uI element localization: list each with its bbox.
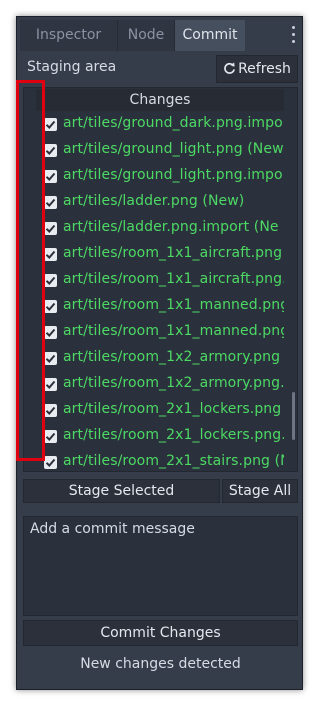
- list-item[interactable]: art/tiles/room_1x1_manned.png.: [44, 322, 284, 344]
- stage-checkbox[interactable]: [44, 248, 57, 261]
- list-item[interactable]: art/tiles/room_1x1_aircraft.png.i: [44, 270, 284, 292]
- tab-node[interactable]: Node: [118, 20, 175, 51]
- stage-selected-button[interactable]: Stage Selected: [23, 479, 220, 503]
- changed-file-label: art/tiles/room_1x1_manned.png: [63, 297, 284, 313]
- list-item[interactable]: art/tiles/ground_light.png (New): [44, 140, 284, 162]
- stage-checkbox[interactable]: [44, 170, 57, 183]
- changed-file-label: art/tiles/room_1x2_armory.png.i: [63, 375, 284, 391]
- changed-file-label: art/tiles/ground_light.png.impo: [63, 167, 283, 183]
- commit-message-input[interactable]: Add a commit message: [23, 516, 298, 616]
- list-item[interactable]: art/tiles/room_1x2_armory.png (: [44, 348, 284, 370]
- staging-area-label: Staging area: [27, 59, 117, 75]
- list-item[interactable]: art/tiles/room_2x1_lockers.png.i: [44, 426, 284, 448]
- commit-message-placeholder: Add a commit message: [30, 521, 195, 537]
- stage-checkbox[interactable]: [44, 326, 57, 339]
- stage-checkbox[interactable]: [44, 456, 57, 469]
- stage-all-button[interactable]: Stage All: [222, 479, 298, 503]
- list-item[interactable]: art/tiles/ground_light.png.impo: [44, 166, 284, 188]
- status-text: New changes detected: [80, 656, 241, 672]
- stage-checkbox[interactable]: [44, 222, 57, 235]
- refresh-icon: [224, 62, 236, 74]
- stage-checkbox[interactable]: [44, 430, 57, 443]
- list-item[interactable]: art/tiles/room_2x1_lockers.png (: [44, 400, 284, 422]
- changed-file-label: art/tiles/room_1x1_aircraft.png (: [63, 245, 284, 261]
- list-item[interactable]: art/tiles/room_1x1_aircraft.png (: [44, 244, 284, 266]
- changed-file-label: art/tiles/ground_dark.png.impor: [63, 115, 284, 131]
- stage-checkbox[interactable]: [44, 352, 57, 365]
- changed-file-label: art/tiles/ground_light.png (New): [63, 141, 284, 157]
- tab-inspector[interactable]: Inspector: [20, 20, 118, 51]
- changed-file-label: art/tiles/room_1x2_armory.png (: [63, 349, 284, 365]
- list-item[interactable]: art/tiles/ground_dark.png.impor: [44, 114, 284, 136]
- changed-file-label: art/tiles/room_1x1_manned.png.: [63, 323, 284, 339]
- tab-commit[interactable]: Commit: [175, 20, 245, 51]
- stage-checkbox[interactable]: [44, 144, 57, 157]
- list-item[interactable]: art/tiles/room_2x1_stairs.png (N: [44, 452, 284, 471]
- list-item[interactable]: art/tiles/ladder.png.import (Ne: [44, 218, 284, 240]
- changed-file-label: art/tiles/room_2x1_lockers.png.i: [63, 427, 284, 443]
- list-item[interactable]: art/tiles/room_1x1_manned.png: [44, 296, 284, 318]
- stage-checkbox[interactable]: [44, 118, 57, 131]
- more-options-icon[interactable]: [292, 26, 296, 44]
- changes-scrollbar[interactable]: [292, 392, 295, 440]
- stage-checkbox[interactable]: [44, 196, 57, 209]
- changed-file-label: art/tiles/room_2x1_lockers.png (: [63, 401, 284, 417]
- stage-checkbox[interactable]: [44, 300, 57, 313]
- changed-file-label: art/tiles/room_2x1_stairs.png (N: [63, 453, 284, 469]
- stage-checkbox[interactable]: [44, 404, 57, 417]
- list-item[interactable]: art/tiles/room_1x2_armory.png.i: [44, 374, 284, 396]
- staging-header: Staging area Refresh: [23, 55, 298, 83]
- commit-changes-button[interactable]: Commit Changes: [23, 620, 298, 646]
- changed-file-label: art/tiles/ladder.png (New): [63, 193, 245, 209]
- changed-file-label: art/tiles/room_1x1_aircraft.png.i: [63, 271, 284, 287]
- list-item[interactable]: art/tiles/ladder.png (New): [44, 192, 284, 214]
- stage-actions: Stage Selected Stage All: [23, 479, 298, 503]
- changes-list[interactable]: Changes art/tiles/ground_dark.png.impora…: [23, 87, 298, 472]
- changed-file-label: art/tiles/ladder.png.import (Ne: [63, 219, 279, 235]
- tab-bar: Inspector Node Commit: [17, 17, 302, 51]
- commit-panel: Inspector Node Commit Staging area Refre…: [16, 16, 303, 690]
- refresh-label: Refresh: [238, 61, 291, 77]
- stage-checkbox[interactable]: [44, 274, 57, 287]
- changes-header: Changes: [36, 89, 284, 111]
- refresh-button[interactable]: Refresh: [216, 55, 298, 83]
- stage-checkbox[interactable]: [44, 378, 57, 391]
